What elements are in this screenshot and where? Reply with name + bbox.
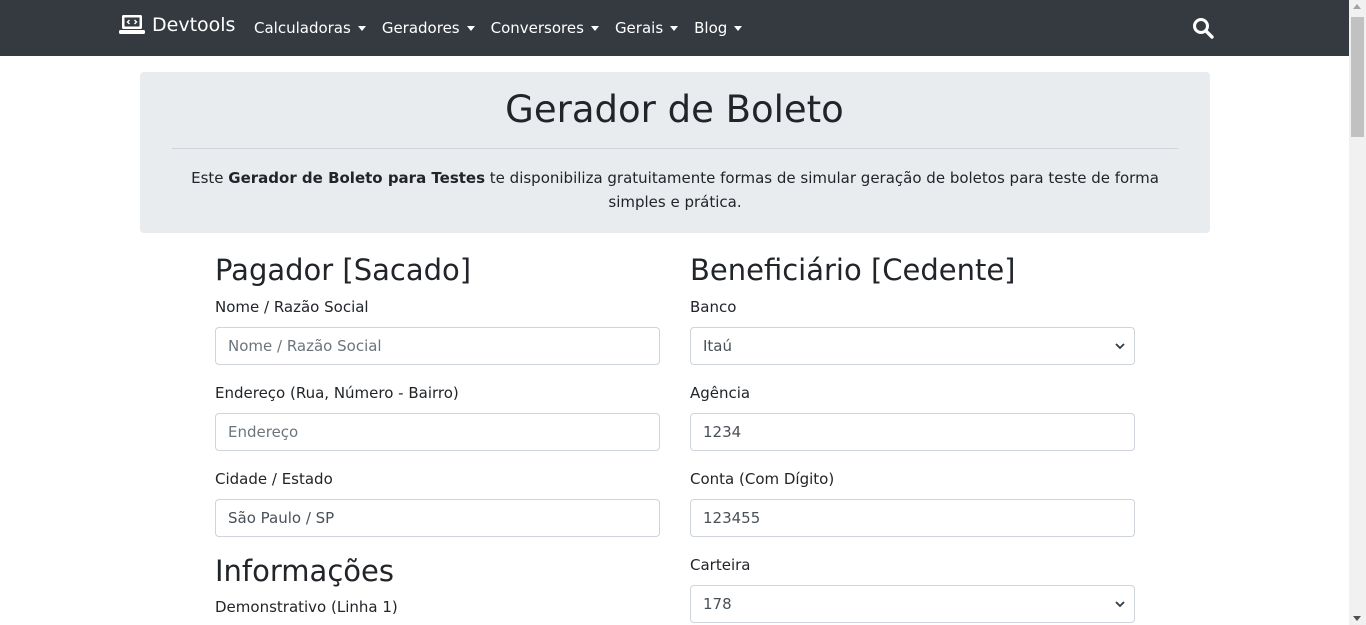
laptop-code-icon [119, 15, 145, 34]
nav-menu: Calculadoras Geradores Conversores Gerai… [254, 0, 758, 56]
page-description: Este Gerador de Boleto para Testes te di… [190, 166, 1160, 214]
banco-selected-value: Itaú [703, 337, 733, 355]
agencia-label: Agência [690, 384, 751, 402]
nav-item-label: Blog [694, 19, 728, 37]
nav-item-label: Geradores [381, 19, 460, 37]
informacoes-section-title: Informações [215, 554, 394, 588]
carteira-select[interactable]: 178 [690, 585, 1135, 623]
conta-label: Conta (Com Dígito) [690, 470, 835, 488]
endereco-label: Endereço (Rua, Número - Bairro) [215, 384, 459, 402]
scrollbar-thumb[interactable] [1351, 17, 1364, 137]
nav-item-label: Gerais [614, 19, 664, 37]
nav-item-blog[interactable]: Blog [694, 19, 743, 37]
chevron-down-icon [1115, 601, 1125, 608]
cidade-label: Cidade / Estado [215, 470, 333, 488]
cidade-input[interactable] [215, 499, 660, 537]
nav-item-geradores[interactable]: Geradores [382, 19, 475, 37]
nome-label: Nome / Razão Social [215, 298, 369, 316]
description-intro: Este [191, 169, 229, 187]
carteira-label: Carteira [690, 556, 751, 574]
scroll-up-arrow-icon[interactable] [1353, 4, 1361, 9]
nav-item-calculadoras[interactable]: Calculadoras [254, 19, 366, 37]
chevron-down-icon [1115, 343, 1125, 350]
conta-input[interactable] [690, 499, 1135, 537]
brand-label: Devtools [152, 14, 236, 36]
carteira-selected-value: 178 [703, 595, 732, 613]
caret-down-icon [357, 25, 366, 31]
brand-link[interactable]: Devtools [119, 14, 235, 36]
demonstrativo-label: Demonstrativo (Linha 1) [215, 598, 398, 616]
nav-item-label: Calculadoras [254, 19, 351, 37]
caret-down-icon [734, 25, 743, 31]
agencia-input[interactable] [690, 413, 1135, 451]
scroll-down-arrow-icon[interactable] [1353, 616, 1361, 621]
pagador-section-title: Pagador [Sacado] [215, 253, 472, 287]
banco-select[interactable]: Itaú [690, 327, 1135, 365]
caret-down-icon [670, 25, 679, 31]
nav-item-gerais[interactable]: Gerais [614, 19, 679, 37]
nav-item-conversores[interactable]: Conversores [491, 19, 599, 37]
banco-label: Banco [690, 298, 737, 316]
nome-input[interactable] [215, 327, 660, 365]
header-divider [172, 148, 1178, 149]
caret-down-icon [466, 25, 475, 31]
nav-item-label: Conversores [490, 19, 584, 37]
navbar: Devtools Calculadoras Geradores Converso… [0, 0, 1349, 56]
description-body: te disponibiliza gratuitamente formas de… [485, 169, 1159, 211]
page-title: Gerador de Boleto [505, 88, 844, 131]
search-icon[interactable] [1192, 17, 1214, 39]
caret-down-icon [590, 25, 599, 31]
page-scrollbar[interactable] [1349, 0, 1366, 625]
beneficiario-section-title: Beneficiário [Cedente] [690, 253, 1016, 287]
endereco-input[interactable] [215, 413, 660, 451]
description-highlight: Gerador de Boleto para Testes [228, 169, 486, 187]
